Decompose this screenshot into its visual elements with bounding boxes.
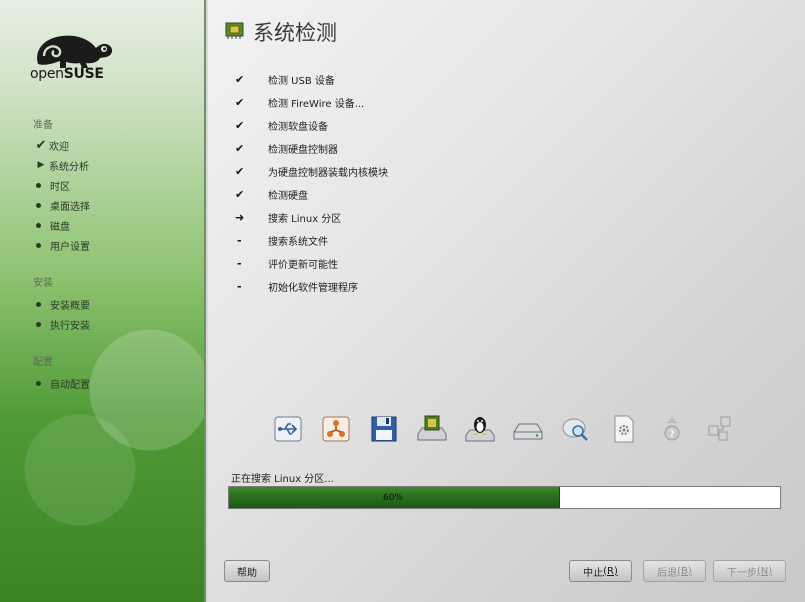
- section-title-install: 安装: [33, 278, 53, 289]
- package-manager-icon: [702, 412, 737, 445]
- bullet-icon: [36, 222, 41, 228]
- abort-button[interactable]: 中止 (R): [569, 560, 632, 582]
- main-panel: 系统检测 ✔ 检测 USB 设备 ✔ 检测 FireWire 设备... ✔ 检测软盘…: [208, 0, 805, 602]
- section-title-prepare: 准备: [33, 120, 53, 131]
- sidebar-item-perform-install: 执行安装: [33, 316, 90, 332]
- checkmark-icon: ✔: [235, 95, 245, 109]
- step-item: ✔ 为硬盘控制器装载内核模块: [235, 164, 388, 179]
- device-icon-row: ?: [270, 412, 737, 445]
- checkmark-icon: ✔: [235, 141, 245, 155]
- pending-dash-icon: -: [237, 233, 242, 247]
- sidebar-item-install-summary: 安装概要: [33, 296, 90, 312]
- search-files-icon: [558, 412, 593, 445]
- usb-icon: [270, 412, 305, 445]
- step-item: ✔ 检测硬盘控制器: [235, 141, 338, 156]
- current-step-arrow-icon: ▶: [37, 160, 45, 170]
- checkmark-icon: ✔: [235, 72, 245, 86]
- sidebar-item-disk: 磁盘: [33, 217, 70, 233]
- pending-dash-icon: -: [237, 279, 242, 293]
- sidebar-item-welcome: ✔ 欢迎: [33, 137, 69, 153]
- step-item: ✔ 检测 USB 设备: [235, 72, 335, 87]
- section-title-configure: 配置: [33, 357, 53, 368]
- sidebar-item-user-settings: 用户设置: [33, 237, 90, 253]
- update-question-icon: ?: [654, 412, 689, 445]
- sidebar-item-auto-config: 自动配置: [33, 375, 90, 391]
- sidebar-item-timezone: 时区: [33, 177, 70, 193]
- step-item: - 初始化软件管理程序: [237, 279, 358, 294]
- checkmark-icon: ✔: [235, 187, 245, 201]
- checkmark-icon: ✔: [235, 118, 245, 132]
- bullet-icon: [36, 380, 41, 386]
- step-item: ✔ 检测 FireWire 设备...: [235, 95, 365, 110]
- progress-percent-text: 60%: [382, 492, 403, 503]
- step-item: ✔ 检测软盘设备: [235, 118, 328, 133]
- linux-partition-icon: [462, 412, 497, 445]
- back-button[interactable]: 后退 (B): [643, 560, 706, 582]
- step-item: - 评价更新可能性: [237, 256, 338, 271]
- settings-file-icon: [606, 412, 641, 445]
- bullet-icon: [36, 202, 41, 208]
- bullet-icon: [36, 321, 41, 327]
- next-button[interactable]: 下一步 (N): [713, 560, 786, 582]
- progress-label: 正在搜索 Linux 分区...: [231, 474, 334, 485]
- firewire-icon: [318, 412, 353, 445]
- pending-dash-icon: -: [237, 256, 242, 270]
- page-title: 系统检测: [253, 21, 337, 45]
- bullet-icon: [36, 182, 41, 188]
- bullet-icon: [36, 301, 41, 307]
- step-item-current: ➜ 搜索 Linux 分区: [235, 210, 342, 225]
- checkmark-icon: ✔: [35, 137, 47, 153]
- help-button[interactable]: 帮助: [224, 560, 270, 582]
- hard-disk-controller-icon: [414, 412, 449, 445]
- progress-bar: 60%: [228, 486, 781, 509]
- step-item: - 搜索系统文件: [237, 233, 328, 248]
- system-probing-chip-icon: [225, 22, 244, 39]
- sidebar-item-system-analysis: ▶ 系统分析: [33, 157, 89, 173]
- arrow-right-icon: ➜: [235, 210, 245, 224]
- hard-disk-icon: [510, 412, 545, 445]
- bullet-icon: [36, 242, 41, 248]
- step-item: ✔ 检测硬盘: [235, 187, 308, 202]
- sidebar-item-desktop-selection: 桌面选择: [33, 197, 90, 213]
- svg-text:?: ?: [669, 429, 675, 440]
- checkmark-icon: ✔: [235, 164, 245, 178]
- sidebar: openSUSE 准备 ✔ 欢迎 ▶ 系统分析 时区 桌面选择 磁盘 用户设置 安装…: [0, 0, 206, 602]
- opensuse-wordmark: openSUSE: [30, 66, 104, 82]
- floppy-icon: [366, 412, 401, 445]
